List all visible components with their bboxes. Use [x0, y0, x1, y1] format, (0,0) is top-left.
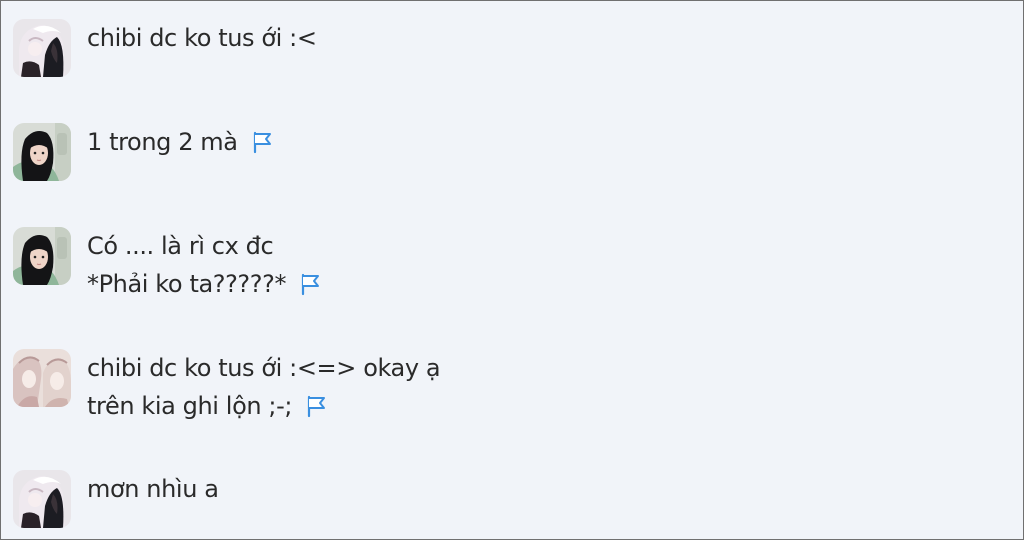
message-text: chibi dc ko tus ới :<: [87, 19, 317, 57]
message-line: mơn nhìu a: [87, 475, 219, 503]
chat-message: chibi dc ko tus ới :<=> okay ạ trên kia …: [13, 349, 441, 425]
message-line: 1 trong 2 mà: [87, 123, 274, 161]
anime-girl-avatar-icon: [13, 19, 71, 77]
user-avatar[interactable]: [13, 349, 71, 407]
user-avatar[interactable]: [13, 19, 71, 77]
flag-icon[interactable]: [252, 127, 274, 154]
chat-panel: chibi dc ko tus ới :< 1 trong 2 mà Có ..…: [0, 0, 1024, 540]
user-avatar[interactable]: [13, 227, 71, 285]
girl-selfie-avatar-icon: [13, 123, 71, 181]
message-text: mơn nhìu a: [87, 470, 219, 508]
chat-message: mơn nhìu a: [13, 470, 219, 528]
flag-icon[interactable]: [300, 269, 322, 296]
chat-message: Có .... là rì cx đc *Phải ko ta?????*: [13, 227, 322, 303]
chat-message: 1 trong 2 mà: [13, 123, 274, 181]
flag-icon[interactable]: [306, 391, 328, 418]
message-text: Có .... là rì cx đc *Phải ko ta?????*: [87, 227, 322, 303]
girl-selfie-avatar-icon: [13, 227, 71, 285]
chat-message: chibi dc ko tus ới :<: [13, 19, 317, 77]
message-line: *Phải ko ta?????*: [87, 265, 322, 303]
user-avatar[interactable]: [13, 470, 71, 528]
message-text: 1 trong 2 mà: [87, 123, 274, 161]
anime-girl-avatar-icon: [13, 470, 71, 528]
message-line: chibi dc ko tus ới :<: [87, 24, 317, 52]
message-line: Có .... là rì cx đc: [87, 232, 274, 260]
message-text: chibi dc ko tus ới :<=> okay ạ trên kia …: [87, 349, 441, 425]
pastel-anime-girls-avatar-icon: [13, 349, 71, 407]
user-avatar[interactable]: [13, 123, 71, 181]
message-line: chibi dc ko tus ới :<=> okay ạ: [87, 354, 441, 382]
message-line: trên kia ghi lộn ;-;: [87, 387, 440, 425]
